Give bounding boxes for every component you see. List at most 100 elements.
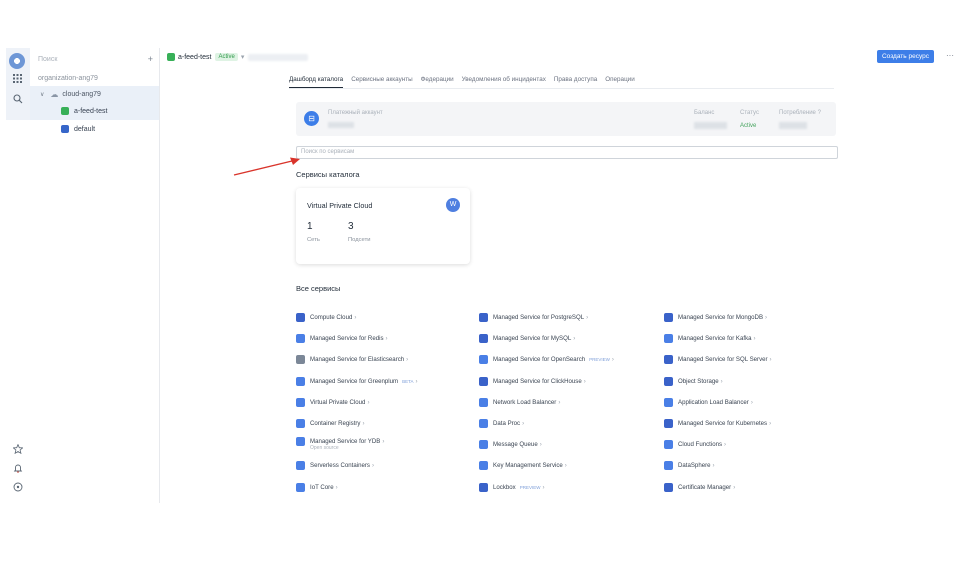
- add-icon[interactable]: +: [148, 54, 153, 64]
- service-link[interactable]: Network Load Balancer ›: [479, 397, 560, 407]
- star-icon[interactable]: [11, 443, 24, 457]
- service-name: Managed Service for Elasticsearch: [310, 356, 405, 364]
- service-subtitle: Open source: [310, 445, 339, 452]
- chevron-right-icon: ›: [733, 483, 736, 491]
- tree-folder-label: default: [74, 125, 96, 133]
- service-link[interactable]: Managed Service for PostgreSQL ›: [479, 313, 588, 322]
- search-icon[interactable]: [11, 94, 24, 107]
- tree-search[interactable]: Поиск +: [30, 48, 159, 70]
- service-link[interactable]: Managed Service for YDB › Open source: [296, 437, 385, 451]
- service-name: Managed Service for Redis: [310, 335, 384, 343]
- gear-icon: [296, 313, 305, 322]
- datasphere-icon: [664, 461, 673, 471]
- service-link[interactable]: Managed Service for Kubernetes ›: [664, 419, 771, 428]
- service-link[interactable]: Container Registry ›: [296, 419, 365, 428]
- service-link[interactable]: Key Management Service ›: [479, 461, 567, 471]
- console-window: Поиск + organization-ang79 ∨ ☁ cloud-ang…: [6, 48, 968, 503]
- service-search-input[interactable]: Поиск по сервисам: [296, 146, 838, 159]
- service-name: DataSphere: [678, 462, 711, 470]
- chevron-right-icon: ›: [724, 441, 727, 449]
- help-icon[interactable]: ?: [818, 110, 821, 116]
- chevron-right-icon: ›: [750, 398, 753, 406]
- service-link[interactable]: Certificate Manager ›: [664, 482, 736, 492]
- mongodb-icon: [664, 313, 673, 322]
- tree-folder-a-feed-test[interactable]: a-feed-test: [30, 102, 159, 120]
- service-name: IoT Core: [310, 483, 334, 491]
- tab-dashboard[interactable]: Дашборд каталога: [289, 76, 344, 88]
- tree-cloud-label: cloud-ang79: [62, 90, 101, 98]
- service-link[interactable]: Managed Service for MySQL ›: [479, 334, 576, 344]
- tab-federations[interactable]: Федерации: [421, 76, 454, 88]
- service-link[interactable]: Virtual Private Cloud ›: [296, 397, 370, 407]
- help-icon[interactable]: [11, 482, 24, 495]
- tab-incident-notifications[interactable]: Уведомления об инцидентах: [462, 76, 546, 88]
- service-link[interactable]: Object Storage ›: [664, 376, 723, 386]
- stat-label: Подсети: [348, 237, 371, 243]
- service-name: Managed Service for Kafka: [678, 335, 752, 343]
- breadcrumb-folder[interactable]: a-feed-test: [178, 54, 211, 61]
- service-link[interactable]: Application Load Balancer ›: [664, 397, 753, 407]
- chevron-right-icon: ›: [539, 441, 542, 449]
- chevron-right-icon: ›: [720, 377, 723, 385]
- bell-icon[interactable]: [11, 463, 24, 476]
- key-icon: [479, 461, 488, 471]
- chevron-right-icon: ›: [753, 335, 756, 343]
- service-link[interactable]: Message Queue ›: [479, 440, 542, 450]
- dropdown-icon[interactable]: ▾: [241, 53, 245, 61]
- opensearch-icon: [479, 355, 488, 365]
- chevron-right-icon: ›: [611, 356, 614, 364]
- balance-label: Баланс: [694, 110, 715, 116]
- chevron-right-icon: ›: [354, 314, 357, 321]
- tab-access-rights[interactable]: Права доступа: [554, 76, 597, 88]
- tree-organization[interactable]: organization-ang79: [30, 70, 159, 84]
- container-icon: [296, 419, 305, 428]
- apps-grid-icon[interactable]: [11, 74, 24, 87]
- service-link[interactable]: Compute Cloud ›: [296, 313, 356, 322]
- chevron-down-icon[interactable]: ∨: [40, 91, 44, 98]
- chevron-right-icon: ›: [385, 335, 388, 343]
- service-link[interactable]: Serverless Containers ›: [296, 461, 374, 471]
- chevron-right-icon: ›: [769, 356, 772, 364]
- tab-service-accounts[interactable]: Сервисные аккаунты: [351, 76, 412, 88]
- logo-icon[interactable]: [9, 53, 25, 69]
- service-link[interactable]: Lockbox PREVIEW ›: [479, 482, 545, 492]
- all-services-heading: Все сервисы: [296, 284, 341, 293]
- service-link[interactable]: Managed Service for Greenplum BETA ›: [296, 376, 418, 386]
- chevron-right-icon: ›: [382, 438, 385, 446]
- card-title: Virtual Private Cloud: [307, 201, 373, 210]
- service-name: Managed Service for MySQL: [493, 335, 572, 343]
- chevron-right-icon: ›: [335, 483, 338, 491]
- service-link[interactable]: Managed Service for MongoDB ›: [664, 313, 767, 322]
- stat-value: 3: [348, 221, 354, 232]
- folder-icon: [167, 53, 175, 61]
- tab-operations[interactable]: Операции: [605, 76, 634, 88]
- service-link[interactable]: Data Proc ›: [479, 419, 524, 428]
- service-name: Key Management Service: [493, 462, 563, 470]
- service-link[interactable]: IoT Core ›: [296, 482, 338, 492]
- storage-icon: [664, 376, 673, 386]
- service-link[interactable]: Managed Service for Elasticsearch ›: [296, 355, 408, 365]
- service-link[interactable]: Managed Service for ClickHouse ›: [479, 376, 586, 386]
- chevron-right-icon: ›: [573, 335, 576, 343]
- certificate-icon: [664, 482, 673, 492]
- service-link[interactable]: Managed Service for OpenSearch PREVIEW ›: [479, 355, 614, 365]
- service-name: Lockbox: [493, 483, 516, 491]
- service-link[interactable]: Managed Service for Kafka ›: [664, 334, 756, 344]
- more-icon[interactable]: ···: [946, 50, 954, 62]
- stat-label: Сеть: [307, 237, 320, 243]
- tree-folder-default[interactable]: default: [30, 120, 159, 138]
- chevron-right-icon: ›: [583, 377, 586, 385]
- chevron-right-icon: ›: [367, 398, 370, 406]
- chevron-right-icon: ›: [371, 462, 374, 470]
- status-value: Active: [740, 123, 757, 129]
- service-link[interactable]: Managed Service for Redis ›: [296, 334, 388, 344]
- service-name: Object Storage: [678, 377, 719, 385]
- service-link[interactable]: Cloud Functions ›: [664, 440, 727, 450]
- service-card-vpc[interactable]: Virtual Private Cloud W 1 Сеть 3 Подсети: [296, 188, 470, 264]
- create-resource-button[interactable]: Создать ресурс: [876, 50, 934, 63]
- service-link[interactable]: DataSphere ›: [664, 461, 715, 471]
- tree-cloud[interactable]: ∨ ☁ cloud-ang79: [30, 86, 159, 102]
- service-tag: BETA: [402, 378, 414, 384]
- catalog-services-heading: Сервисы каталога: [296, 170, 360, 179]
- service-link[interactable]: Managed Service for SQL Server ›: [664, 355, 772, 365]
